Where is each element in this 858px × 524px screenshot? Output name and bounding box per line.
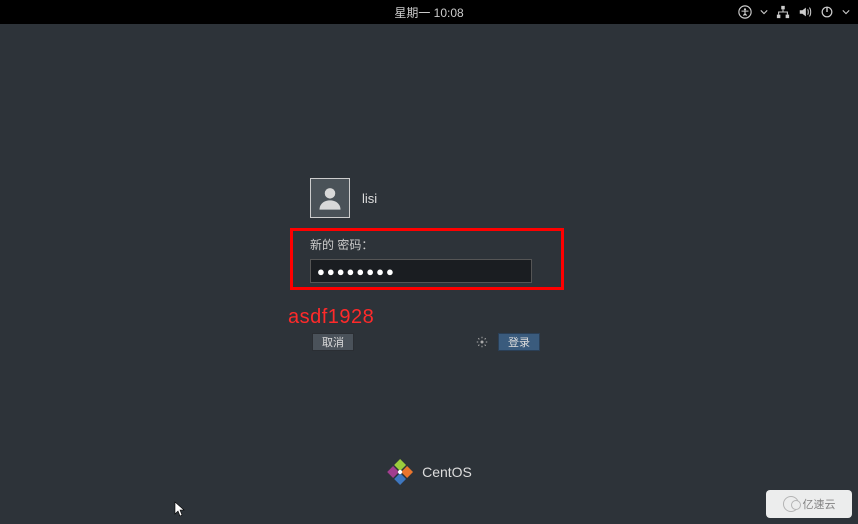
session-gear-icon[interactable]	[476, 336, 488, 348]
topbar-right	[738, 0, 850, 24]
network-icon[interactable]	[776, 5, 790, 19]
password-label: 新的 密码：	[310, 236, 570, 253]
watermark: 亿速云	[766, 490, 852, 518]
top-bar: 星期一 10:08	[0, 0, 858, 24]
annotation-password-text: asdf1928	[288, 306, 374, 329]
watermark-logo-icon	[783, 496, 799, 512]
username-label: lisi	[362, 191, 377, 206]
login-button[interactable]: 登录	[498, 333, 540, 351]
centos-icon	[386, 458, 414, 486]
chevron-down-icon-2[interactable]	[842, 8, 850, 16]
power-icon[interactable]	[820, 5, 834, 19]
password-input[interactable]	[310, 259, 532, 283]
mouse-cursor-icon	[174, 501, 186, 520]
cancel-button-label: 取消	[322, 334, 344, 350]
user-row: lisi	[310, 178, 570, 218]
volume-icon[interactable]	[798, 5, 812, 19]
clock: 星期一 10:08	[394, 4, 463, 21]
button-row: 取消 登录	[312, 333, 540, 351]
cancel-button[interactable]: 取消	[312, 333, 354, 351]
login-button-label: 登录	[508, 334, 530, 350]
login-panel: lisi 新的 密码：	[310, 178, 570, 283]
avatar	[310, 178, 350, 218]
accessibility-icon[interactable]	[738, 5, 752, 19]
watermark-text: 亿速云	[803, 496, 836, 512]
chevron-down-icon[interactable]	[760, 8, 768, 16]
centos-logo: CentOS	[386, 458, 472, 486]
centos-text: CentOS	[422, 464, 472, 480]
